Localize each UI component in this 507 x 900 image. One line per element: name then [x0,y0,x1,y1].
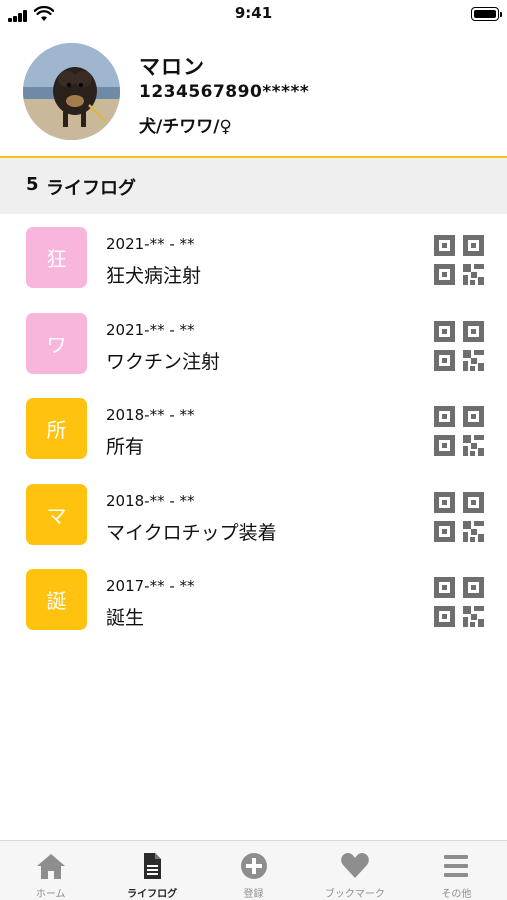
log-date: 2021-** - ** [106,235,195,253]
pet-avatar[interactable] [23,43,120,140]
log-title: マイクロチップ装着 [106,521,277,544]
qr-code-icon[interactable] [434,320,484,371]
tab-label: ブックマーク [324,889,385,900]
log-category-badge: 誕 [26,569,87,630]
lifelog-count: 5 [26,174,39,195]
lifelog-item[interactable]: 誕 2017-** - ** 誕生 [0,556,507,642]
tab-bookmark[interactable]: ブックマーク [304,841,405,900]
log-category-badge: 所 [26,398,87,459]
lifelog-section-header: 5 ライフログ [0,158,507,214]
tab-lifelog[interactable]: ライフログ [101,841,202,900]
plus-circle-icon [240,853,267,879]
status-bar: 9:41 [0,0,507,28]
tab-others[interactable]: その他 [406,841,507,900]
tab-label: その他 [441,889,472,900]
app-screen: 9:41 マロン 1234567890***** 犬/チワワ/♀ 5 ライフログ… [0,0,507,900]
log-category-badge: マ [26,483,87,545]
log-title: 狂犬病注射 [106,265,202,287]
qr-code-icon[interactable] [434,491,484,542]
status-time: 9:41 [234,4,273,22]
lifelog-list: 狂 2021-** - ** 狂犬病注射 ワ 2021-** - ** ワクチン… [0,214,507,642]
log-date: 2018-** - ** [106,491,195,510]
log-category-badge: 狂 [26,227,87,288]
pet-id-number: 1234567890***** [139,82,310,102]
lifelog-section-title: ライフログ [46,178,136,199]
qr-code-icon[interactable] [434,577,484,627]
tab-register[interactable]: 登録 [203,841,304,900]
lifelog-item[interactable]: マ 2018-** - ** マイクロチップ装着 [0,471,507,557]
tab-bar: ホーム ライフログ 登録 ブックマーク その他 [0,840,507,900]
tab-home[interactable]: ホーム [0,841,101,900]
qr-code-icon[interactable] [434,235,484,285]
log-title: 誕生 [106,607,145,629]
lifelog-item[interactable]: 狂 2021-** - ** 狂犬病注射 [0,214,507,300]
log-title: ワクチン注射 [106,350,221,373]
lifelog-item[interactable]: ワ 2021-** - ** ワクチン注射 [0,300,507,386]
log-date: 2017-** - ** [106,577,195,595]
pet-profile-header: マロン 1234567890***** 犬/チワワ/♀ [0,40,507,158]
tab-label: ホーム [35,889,66,900]
tab-label: ライフログ [127,889,178,900]
heart-icon [341,853,369,878]
pet-name: マロン [139,55,205,79]
pet-attributes: 犬/チワワ/♀ [139,117,232,137]
log-date: 2021-** - ** [106,320,195,339]
battery-icon [471,7,502,21]
menu-icon [444,855,469,877]
document-icon [144,853,162,879]
qr-code-icon[interactable] [434,406,484,456]
log-title: 所有 [106,436,145,458]
tab-label: 登録 [243,889,264,900]
log-date: 2018-** - ** [106,406,195,424]
home-icon [36,854,65,879]
log-category-badge: ワ [26,312,87,374]
lifelog-item[interactable]: 所 2018-** - ** 所有 [0,385,507,471]
